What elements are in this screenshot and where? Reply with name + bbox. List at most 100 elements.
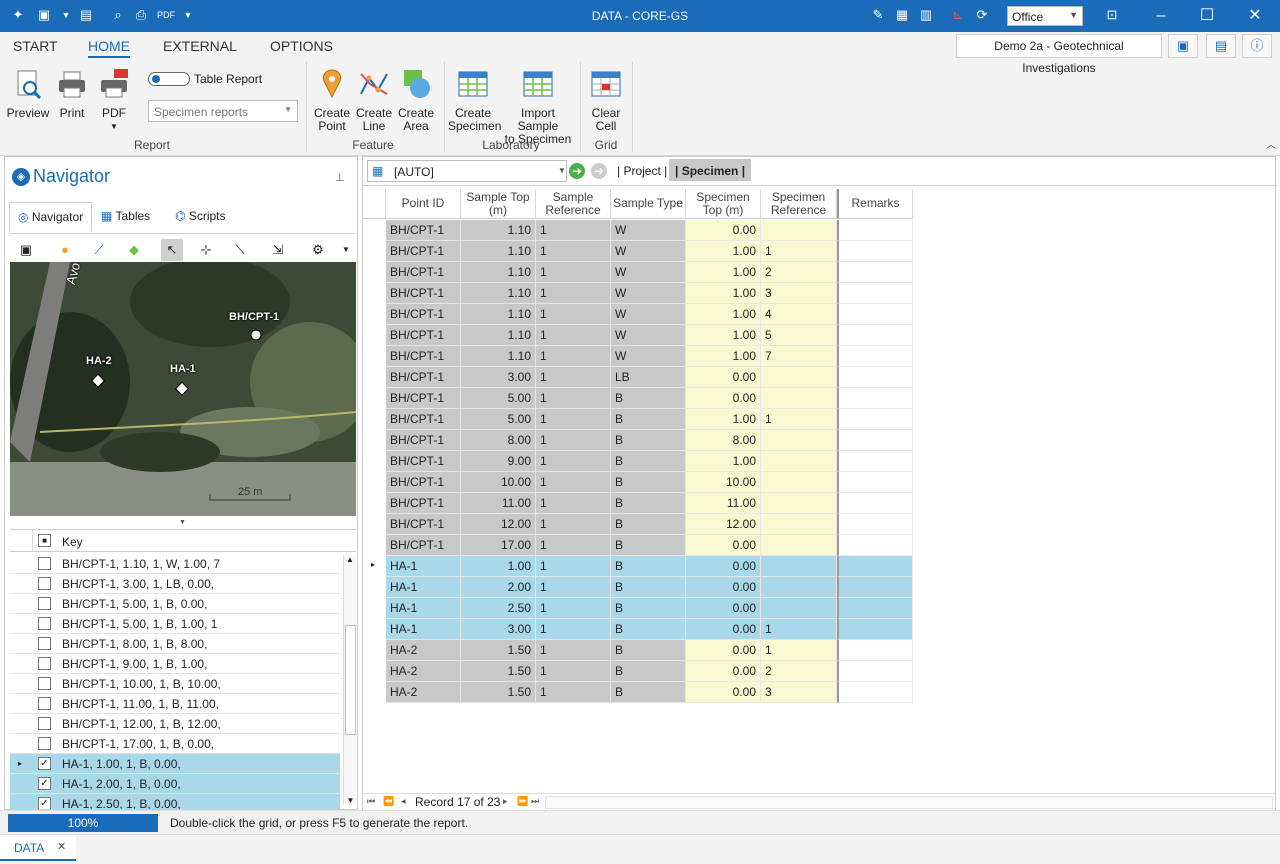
grid-cell[interactable]: 2 [761, 661, 837, 682]
grid-cell[interactable] [837, 682, 913, 703]
grid-cell[interactable] [837, 346, 913, 367]
tab-options[interactable]: OPTIONS [270, 38, 333, 54]
grid-cell[interactable]: 0.00 [686, 535, 761, 556]
row-checkbox[interactable] [38, 557, 51, 570]
import-sample-button[interactable]: Import Sample to Specimen [502, 68, 574, 146]
grid-cell[interactable] [837, 514, 913, 535]
column-header[interactable]: Point ID [386, 189, 461, 219]
grid-cell[interactable]: 1.00 [686, 409, 761, 430]
grid-cell[interactable]: 1.00 [686, 304, 761, 325]
scroll-down-icon[interactable]: ▼ [344, 796, 356, 805]
first-record-icon[interactable]: ⏮ [367, 796, 375, 807]
grid-cell[interactable]: 12.00 [686, 514, 761, 535]
scroll-up-icon[interactable]: ▲ [344, 555, 356, 564]
key-row[interactable]: BH/CPT-1, 5.00, 1, B, 0.00, [10, 594, 340, 614]
grid-cell[interactable] [837, 619, 913, 640]
grid-cell[interactable]: 1 [536, 640, 611, 661]
grid-cell[interactable]: B [611, 640, 686, 661]
grid-cell[interactable] [761, 220, 837, 241]
grid-cell[interactable] [837, 325, 913, 346]
grid-cell[interactable]: 5 [761, 325, 837, 346]
grid-cell[interactable]: B [611, 682, 686, 703]
key-row[interactable]: BH/CPT-1, 9.00, 1, B, 1.00, [10, 654, 340, 674]
grid-cell[interactable] [837, 556, 913, 577]
grid-cell[interactable]: 12.00 [461, 514, 536, 535]
clear-cell-button[interactable]: Clear Cell [586, 68, 626, 133]
key-row[interactable]: BH/CPT-1, 17.00, 1, B, 0.00, [10, 734, 340, 754]
grid-cell[interactable]: W [611, 262, 686, 283]
grid-cell[interactable]: 0.00 [686, 640, 761, 661]
tab-home[interactable]: HOME [88, 38, 130, 58]
grid-cell[interactable]: 17.00 [461, 535, 536, 556]
shapes-icon[interactable]: ◆ [123, 239, 145, 261]
axis-icon[interactable]: ⊾ [950, 7, 966, 23]
grid-cell[interactable]: 1 [536, 304, 611, 325]
grid-cell[interactable]: B [611, 556, 686, 577]
grid-cell[interactable] [837, 241, 913, 262]
grid-cell[interactable]: BH/CPT-1 [386, 304, 461, 325]
grid-cell[interactable]: BH/CPT-1 [386, 346, 461, 367]
grid-cell[interactable]: 1.00 [686, 346, 761, 367]
print-button[interactable]: Print [52, 68, 92, 120]
grid-cell[interactable]: 2.50 [461, 598, 536, 619]
row-checkbox[interactable] [38, 737, 51, 750]
go-disabled-icon[interactable]: ➜ [591, 163, 607, 179]
grid-cell[interactable]: HA-2 [386, 640, 461, 661]
tab-tables[interactable]: ▦ Tables [93, 202, 158, 232]
crumb-project[interactable]: | Project | [617, 164, 667, 178]
grid-cell[interactable]: 1 [536, 556, 611, 577]
grid-cell[interactable]: W [611, 283, 686, 304]
collapse-ribbon-icon[interactable]: ︿ [1266, 136, 1276, 151]
grid-cell[interactable]: 1 [536, 619, 611, 640]
grid-cell[interactable] [837, 367, 913, 388]
minimize-button[interactable]: – [1138, 0, 1184, 32]
grid-cell[interactable]: 8.00 [461, 430, 536, 451]
grid-cell[interactable] [837, 451, 913, 472]
grid-cell[interactable]: BH/CPT-1 [386, 367, 461, 388]
grid-cell[interactable]: BH/CPT-1 [386, 535, 461, 556]
grid-cell[interactable] [761, 367, 837, 388]
grid-cell[interactable]: 1 [536, 661, 611, 682]
grid-cell[interactable]: 1.00 [686, 241, 761, 262]
pin-icon[interactable]: ⊥ [335, 171, 345, 184]
grid-cell[interactable] [837, 409, 913, 430]
grid-cell[interactable]: B [611, 493, 686, 514]
grid-cell[interactable]: HA-2 [386, 661, 461, 682]
close-icon[interactable]: ✕ [57, 840, 66, 853]
map-view[interactable]: BH/CPT-1 HA-2 HA-1 Avo 25 m [10, 262, 356, 516]
map-label[interactable]: HA-2 [86, 355, 112, 367]
grid-cell[interactable]: 1.10 [461, 304, 536, 325]
grid-cell[interactable]: HA-1 [386, 577, 461, 598]
grid-cell[interactable]: BH/CPT-1 [386, 430, 461, 451]
tab-external[interactable]: EXTERNAL [163, 38, 237, 54]
row-checkbox[interactable]: ✓ [38, 797, 51, 809]
key-row[interactable]: BH/CPT-1, 3.00, 1, LB, 0.00, [10, 574, 340, 594]
restore-layout-icon[interactable]: ⊡ [1104, 7, 1120, 23]
row-checkbox[interactable] [38, 717, 51, 730]
maximize-button[interactable]: ☐ [1184, 0, 1230, 32]
grid-cell[interactable]: B [611, 577, 686, 598]
grid-cell[interactable] [837, 493, 913, 514]
next-page-icon[interactable]: ⏩ [517, 796, 528, 807]
grid-cell[interactable]: B [611, 661, 686, 682]
grid-cell[interactable]: 1 [761, 241, 837, 262]
row-checkbox[interactable] [38, 617, 51, 630]
grid-cell[interactable]: 5.00 [461, 388, 536, 409]
grid-cell[interactable]: 1 [536, 682, 611, 703]
row-checkbox[interactable]: ✓ [38, 777, 51, 790]
grid-cell[interactable]: B [611, 409, 686, 430]
grid-cell[interactable]: 1 [536, 409, 611, 430]
grid-cell[interactable]: 2 [761, 262, 837, 283]
column-header[interactable]: Sample Type [611, 189, 686, 219]
row-checkbox[interactable] [38, 577, 51, 590]
grid-cell[interactable] [761, 535, 837, 556]
grid-cell[interactable]: BH/CPT-1 [386, 220, 461, 241]
key-row[interactable]: BH/CPT-1, 5.00, 1, B, 1.00, 1 [10, 614, 340, 634]
grid-cell[interactable]: HA-1 [386, 619, 461, 640]
grid-cell[interactable]: BH/CPT-1 [386, 472, 461, 493]
grid-cell[interactable]: 1 [536, 262, 611, 283]
chevron-down-icon[interactable]: ▼ [335, 239, 357, 261]
grid-cell[interactable] [761, 451, 837, 472]
polyline-icon[interactable]: ⟋ [88, 239, 110, 261]
grid-cell[interactable] [837, 535, 913, 556]
